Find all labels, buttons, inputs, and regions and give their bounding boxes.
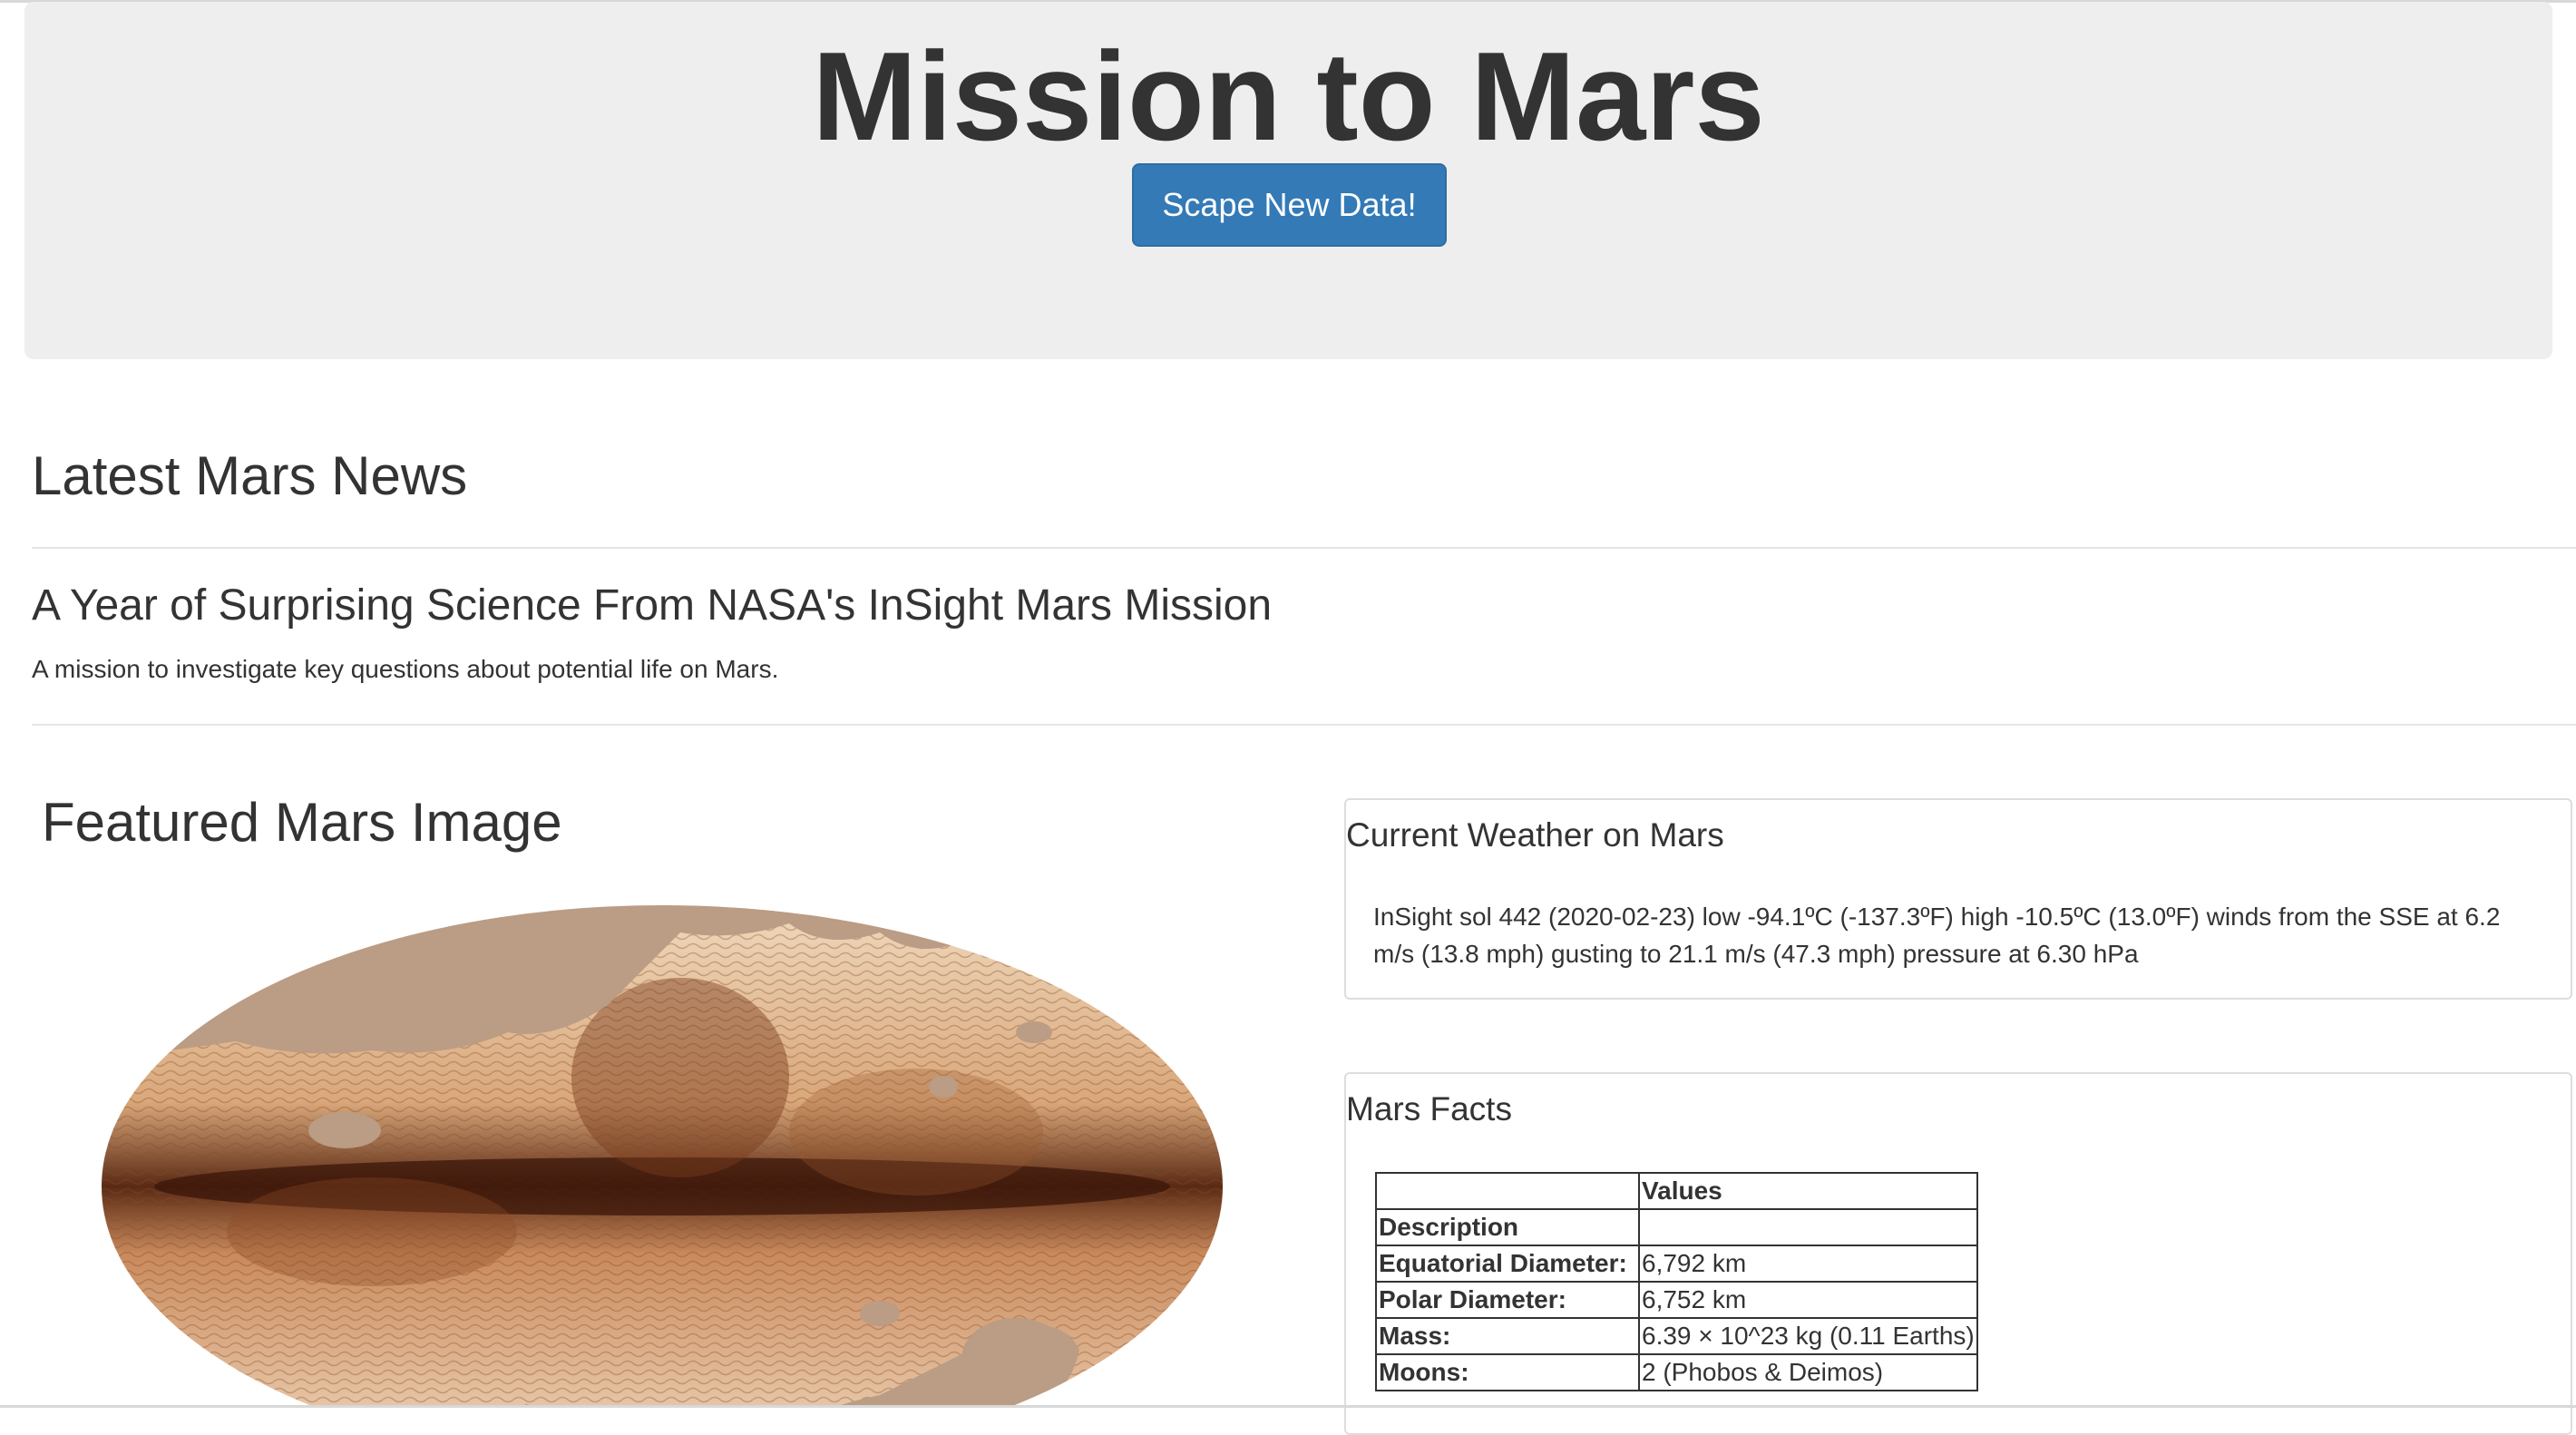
scrape-button[interactable]: Scape New Data!: [1132, 163, 1447, 247]
table-cell: 6.39 × 10^23 kg (0.11 Earths): [1638, 1317, 1978, 1355]
news-heading: Latest Mars News: [32, 445, 468, 506]
divider: [32, 547, 2576, 549]
weather-report: InSight sol 442 (2020-02-23) low -94.1ºC…: [1373, 903, 2501, 968]
table-cell: 6,792 km: [1638, 1245, 1978, 1283]
table-row-label: Mass:: [1375, 1317, 1640, 1355]
weather-heading: Current Weather on Mars: [1346, 816, 1724, 854]
table-cell: 6,752 km: [1638, 1281, 1978, 1319]
jumbotron-header: Mission to Mars Scape New Data!: [24, 2, 2552, 359]
table-cell: [1638, 1208, 1978, 1246]
table-row: Polar Diameter: 6,752 km: [1375, 1281, 1978, 1319]
table-index-row: Description: [1375, 1208, 1978, 1246]
table-header-cell: Values: [1638, 1172, 1978, 1210]
table-index-header: Description: [1375, 1208, 1640, 1246]
featured-image-heading: Featured Mars Image: [42, 792, 562, 853]
table-row-label: Moons:: [1375, 1353, 1640, 1391]
featured-mars-image: [102, 905, 1223, 1408]
news-teaser: A mission to investigate key questions a…: [32, 655, 779, 683]
table-row-label: Polar Diameter:: [1375, 1281, 1640, 1319]
table-row: Mass: 6.39 × 10^23 kg (0.11 Earths): [1375, 1317, 1978, 1355]
facts-heading: Mars Facts: [1346, 1090, 1512, 1128]
table-header-row: Values: [1375, 1172, 1978, 1210]
table-cell: 2 (Phobos & Deimos): [1638, 1353, 1978, 1391]
table-row: Equatorial Diameter: 6,792 km: [1375, 1245, 1978, 1283]
divider: [32, 724, 2576, 726]
weather-panel: Current Weather on Mars InSight sol 442 …: [1344, 798, 2572, 1000]
table-row-label: Equatorial Diameter:: [1375, 1245, 1640, 1283]
facts-table: Values Description Equatorial Diameter: …: [1375, 1172, 1978, 1391]
table-row: Moons: 2 (Phobos & Deimos): [1375, 1353, 1978, 1391]
news-title: A Year of Surprising Science From NASA's…: [32, 581, 1273, 630]
page-title: Mission to Mars: [812, 26, 1765, 167]
facts-panel: Mars Facts Values Description Equatorial…: [1344, 1072, 2572, 1435]
table-header-cell: [1375, 1172, 1640, 1210]
